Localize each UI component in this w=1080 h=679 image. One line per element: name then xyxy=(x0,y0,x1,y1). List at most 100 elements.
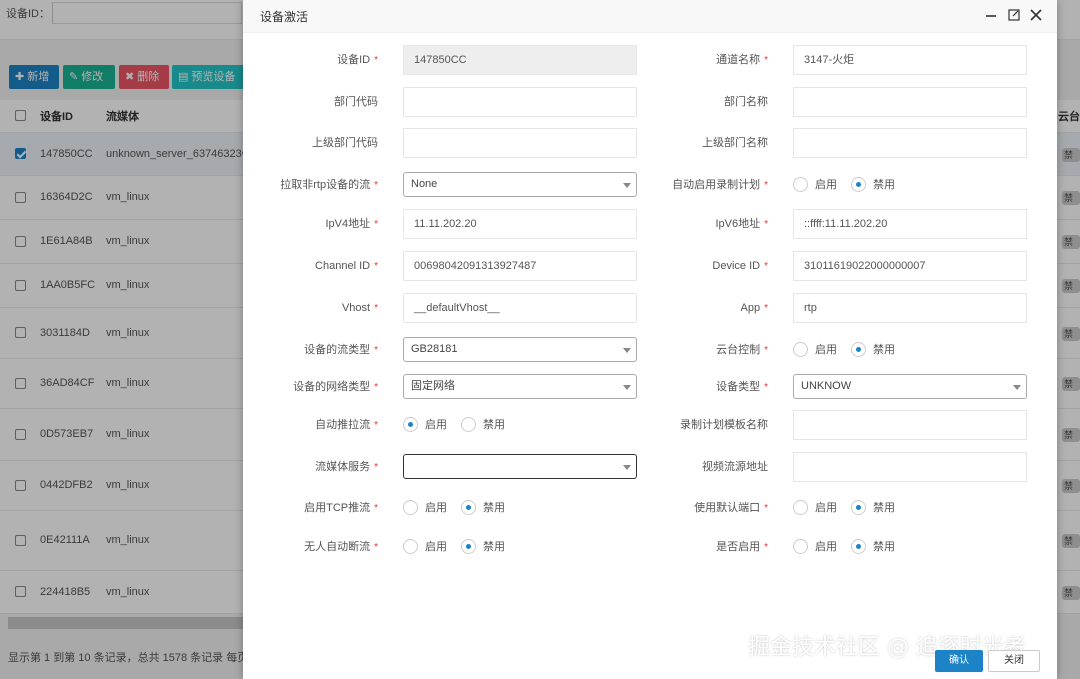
default-port-radio-group: 启用 禁用 xyxy=(793,500,909,516)
parent-dept-code-field[interactable] xyxy=(403,128,637,158)
default-port-label: 使用默认端口 * xyxy=(694,502,768,514)
tcp-push-radio-group: 启用 禁用 xyxy=(403,500,519,516)
radio-option[interactable]: 启用 xyxy=(403,539,447,555)
auto-cut-radio-group: 启用 禁用 xyxy=(403,539,519,555)
enabled-label: 是否启用 * xyxy=(716,541,768,553)
confirm-button[interactable]: 确认 xyxy=(935,650,983,672)
radio-button[interactable] xyxy=(851,500,866,515)
pull-rtp-select[interactable]: None xyxy=(403,172,637,197)
radio-option[interactable]: 启用 xyxy=(403,417,447,433)
channel-name-field[interactable]: 3147-火炬 xyxy=(793,45,1027,75)
radio-option[interactable]: 禁用 xyxy=(851,177,895,193)
form-row: 部门代码 部门名称 xyxy=(243,87,1057,117)
vhost-field[interactable]: __defaultVhost__ xyxy=(403,293,637,323)
form-row: Vhost * __defaultVhost__ App * rtp xyxy=(243,293,1057,323)
form-row: 拉取非rtp设备的流 * None 自动启用录制计划 * 启用 禁用 xyxy=(243,170,1057,200)
device-id-field[interactable]: 147850CC xyxy=(403,45,637,75)
app-field[interactable]: rtp xyxy=(793,293,1027,323)
close-button[interactable]: 关闭 xyxy=(988,650,1040,672)
enabled-radio-group: 启用 禁用 xyxy=(793,539,909,555)
radio-button[interactable] xyxy=(793,177,808,192)
channel-id-label: Channel ID * xyxy=(315,260,378,272)
form-row: Channel ID * 00698042091313927487 Device … xyxy=(243,251,1057,281)
parent-dept-name-field[interactable] xyxy=(793,128,1027,158)
radio-button[interactable] xyxy=(461,417,476,432)
ipv6-field[interactable]: ::ffff:11.11.202.20 xyxy=(793,209,1027,239)
network-type-label: 设备的网络类型 * xyxy=(293,381,378,393)
watermark-text: 掘金技术社区 @ 追逐时光者 xyxy=(748,635,1026,660)
radio-label: 禁用 xyxy=(483,502,505,514)
ipv4-field[interactable]: 11.11.202.20 xyxy=(403,209,637,239)
radio-button[interactable] xyxy=(851,177,866,192)
radio-option[interactable]: 禁用 xyxy=(461,500,505,516)
channel-id-field[interactable]: 00698042091313927487 xyxy=(403,251,637,281)
radio-button[interactable] xyxy=(793,539,808,554)
radio-button[interactable] xyxy=(461,539,476,554)
tcp-push-label: 启用TCP推流 * xyxy=(304,502,378,514)
radio-button[interactable] xyxy=(461,500,476,515)
radio-option[interactable]: 启用 xyxy=(793,500,837,516)
record-template-field[interactable] xyxy=(793,410,1027,440)
dept-code-label: 部门代码 xyxy=(334,96,378,108)
maximize-icon[interactable] xyxy=(1007,8,1021,22)
radio-label: 禁用 xyxy=(873,541,895,553)
auto-pull-radio-group: 启用 禁用 xyxy=(403,417,519,433)
pull-rtp-label: 拉取非rtp设备的流 * xyxy=(280,179,378,191)
ipv4-label: IpV4地址 * xyxy=(325,218,378,230)
radio-button[interactable] xyxy=(851,342,866,357)
device-id2-field[interactable]: 31011619022000000007 xyxy=(793,251,1027,281)
chevron-down-icon xyxy=(623,348,631,353)
radio-label: 启用 xyxy=(425,419,447,431)
close-icon[interactable] xyxy=(1029,8,1043,22)
form-row: 上级部门代码 上级部门名称 xyxy=(243,128,1057,158)
dialog-title: 设备激活 xyxy=(260,10,309,24)
radio-option[interactable]: 禁用 xyxy=(851,342,895,358)
radio-option[interactable]: 禁用 xyxy=(461,539,505,555)
radio-label: 启用 xyxy=(815,344,837,356)
radio-option[interactable]: 禁用 xyxy=(851,539,895,555)
form-row: 启用TCP推流 * 启用 禁用 使用默认端口 * 启用 禁用 xyxy=(243,493,1057,523)
radio-button[interactable] xyxy=(403,539,418,554)
chevron-down-icon xyxy=(623,465,631,470)
radio-option[interactable]: 禁用 xyxy=(851,500,895,516)
auto-record-radio-group: 启用 禁用 xyxy=(793,177,909,193)
radio-label: 禁用 xyxy=(873,179,895,191)
radio-button[interactable] xyxy=(793,500,808,515)
network-type-select[interactable]: 固定网络 xyxy=(403,374,637,399)
radio-label: 禁用 xyxy=(483,419,505,431)
media-service-select[interactable] xyxy=(403,454,637,479)
radio-option[interactable]: 禁用 xyxy=(461,417,505,433)
auto-record-label: 自动启用录制计划 * xyxy=(672,179,768,191)
chevron-down-icon xyxy=(623,385,631,390)
radio-label: 启用 xyxy=(425,502,447,514)
parent-dept-name-label: 上级部门名称 xyxy=(702,137,768,149)
radio-option[interactable]: 启用 xyxy=(403,500,447,516)
device-id-label: 设备ID * xyxy=(337,54,378,66)
dept-name-field[interactable] xyxy=(793,87,1027,117)
radio-option[interactable]: 启用 xyxy=(793,539,837,555)
radio-button[interactable] xyxy=(851,539,866,554)
auto-cut-label: 无人自动断流 * xyxy=(304,541,378,553)
app-label: App * xyxy=(740,302,768,314)
minimize-icon[interactable] xyxy=(984,8,998,22)
form-row: 设备的网络类型 * 固定网络 设备类型 * UNKNOW xyxy=(243,372,1057,402)
radio-button[interactable] xyxy=(793,342,808,357)
radio-label: 禁用 xyxy=(873,502,895,514)
radio-button[interactable] xyxy=(403,500,418,515)
record-template-label: 录制计划模板名称 xyxy=(680,419,768,431)
stream-type-select[interactable]: GB28181 xyxy=(403,337,637,362)
radio-label: 启用 xyxy=(425,541,447,553)
device-id2-label: Device ID * xyxy=(712,260,768,272)
video-source-field[interactable] xyxy=(793,452,1027,482)
radio-option[interactable]: 启用 xyxy=(793,342,837,358)
ipv6-label: IpV6地址 * xyxy=(715,218,768,230)
dept-code-field[interactable] xyxy=(403,87,637,117)
radio-option[interactable]: 启用 xyxy=(793,177,837,193)
vhost-label: Vhost * xyxy=(341,302,378,314)
device-type-select[interactable]: UNKNOW xyxy=(793,374,1027,399)
media-service-label: 流媒体服务 * xyxy=(315,461,378,473)
parent-dept-code-label: 上级部门代码 xyxy=(312,137,378,149)
radio-button[interactable] xyxy=(403,417,418,432)
form-row: 自动推拉流 * 启用 禁用 录制计划模板名称 xyxy=(243,410,1057,440)
auto-pull-label: 自动推拉流 * xyxy=(315,419,378,431)
